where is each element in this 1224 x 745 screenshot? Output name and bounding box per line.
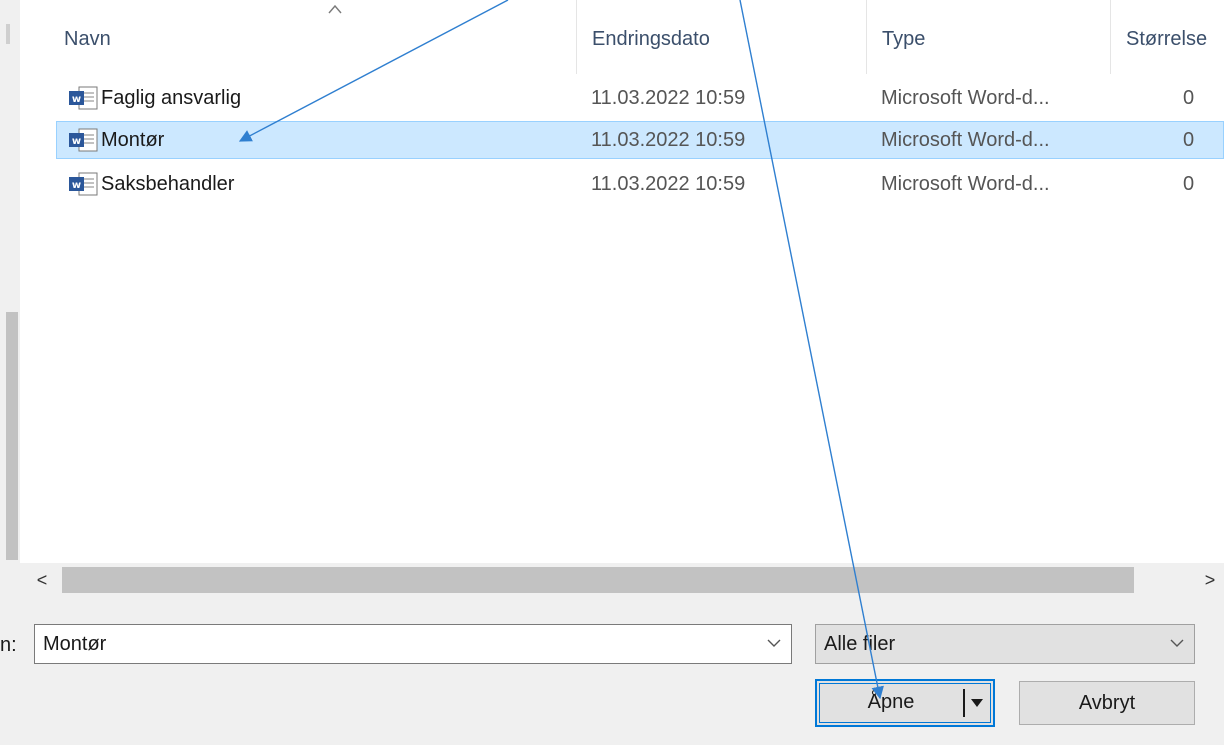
split-divider <box>963 689 965 717</box>
open-button-label: Åpne <box>867 691 915 713</box>
horizontal-scrollbar-thumb[interactable] <box>62 567 1134 593</box>
svg-text:w: w <box>72 94 81 105</box>
file-date: 11.03.2022 10:59 <box>591 129 746 151</box>
horizontal-scrollbar[interactable]: < > <box>0 563 1224 597</box>
dialog-footer: n: Montør Alle filer Åpne Avbryt <box>0 597 1224 745</box>
file-list-pane: Navn Endringsdato Type Størrelse w Fagli… <box>0 0 1224 597</box>
column-header-row: Navn Endringsdato Type Størrelse <box>22 0 1224 74</box>
vertical-scrollbar-thumb[interactable] <box>6 312 18 560</box>
file-size: 0 <box>1183 87 1195 109</box>
svg-text:w: w <box>72 136 81 147</box>
file-type: Microsoft Word-d... <box>881 87 1050 109</box>
filename-label: n: <box>0 634 17 656</box>
scroll-right-arrow[interactable]: > <box>1196 563 1224 597</box>
cancel-button-label: Avbryt <box>1078 692 1136 714</box>
file-date: 11.03.2022 10:59 <box>591 173 746 195</box>
chevron-down-icon[interactable] <box>767 638 781 648</box>
open-button[interactable]: Åpne <box>815 679 995 727</box>
word-document-icon: w <box>69 86 98 110</box>
sort-ascending-icon <box>328 4 342 14</box>
column-separator[interactable] <box>866 0 867 74</box>
file-date: 11.03.2022 10:59 <box>591 87 746 109</box>
scroll-left-arrow[interactable]: < <box>28 563 56 597</box>
column-header-name[interactable]: Navn <box>52 26 111 52</box>
column-separator[interactable] <box>576 0 577 74</box>
column-header-date[interactable]: Endringsdato <box>580 26 710 52</box>
file-type: Microsoft Word-d... <box>881 173 1050 195</box>
word-document-icon: w <box>69 128 98 152</box>
filename-value: Montør <box>43 633 107 655</box>
file-row[interactable]: w Saksbehandler 11.03.2022 10:59 Microso… <box>56 165 1224 203</box>
filename-input[interactable]: Montør <box>34 624 792 664</box>
file-row[interactable]: w Faglig ansvarlig 11.03.2022 10:59 Micr… <box>56 79 1224 117</box>
column-header-size[interactable]: Størrelse <box>1114 26 1207 52</box>
file-type-value: Alle filer <box>824 633 896 655</box>
cancel-button[interactable]: Avbryt <box>1019 681 1195 725</box>
file-name: Faglig ansvarlig <box>101 87 242 109</box>
file-size: 0 <box>1183 129 1195 151</box>
file-row[interactable]: w Montør 11.03.2022 10:59 Microsoft Word… <box>56 121 1224 159</box>
svg-text:w: w <box>72 180 81 191</box>
column-header-type[interactable]: Type <box>870 26 925 52</box>
file-size: 0 <box>1183 173 1195 195</box>
file-name: Montør <box>101 129 165 151</box>
file-type-select[interactable]: Alle filer <box>815 624 1195 664</box>
column-separator[interactable] <box>1110 0 1111 74</box>
vertical-scrollbar-arrow[interactable] <box>6 24 10 44</box>
word-document-icon: w <box>69 172 98 196</box>
vertical-scrollbar[interactable] <box>0 0 20 597</box>
chevron-down-icon <box>1170 639 1184 647</box>
file-type: Microsoft Word-d... <box>881 129 1050 151</box>
open-options-dropdown-icon[interactable] <box>969 697 985 709</box>
file-name: Saksbehandler <box>101 173 235 195</box>
